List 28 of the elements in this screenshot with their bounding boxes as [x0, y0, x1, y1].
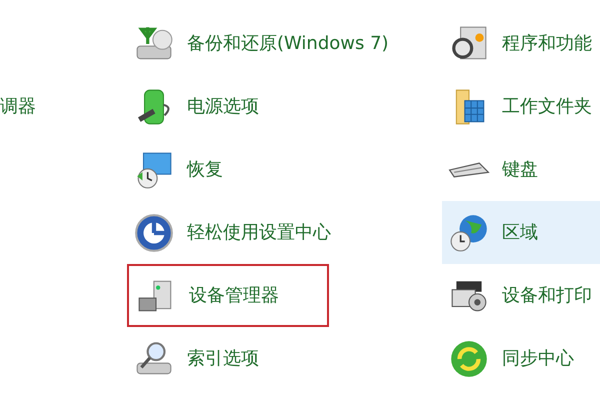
item-label: 恢复	[187, 158, 223, 182]
list-item[interactable]: 设备和打印	[442, 264, 600, 327]
item-label: 设备管理器	[189, 284, 279, 308]
list-item[interactable]: 程序和功能	[442, 12, 600, 75]
list-item[interactable]: 恢复	[127, 138, 442, 201]
list-item[interactable]: 同步中心	[442, 327, 600, 390]
item-label: 工作文件夹	[502, 95, 592, 119]
item-label: 键盘	[502, 158, 538, 182]
list-item[interactable]: 键盘	[442, 138, 600, 201]
list-item[interactable]: 区域	[442, 201, 600, 264]
item-label: 备份和还原(Windows 7)	[187, 32, 389, 56]
accessibility-dial-icon	[133, 212, 175, 254]
item-label: 同步中心	[502, 347, 574, 371]
list-item[interactable]: 电源选项	[127, 75, 442, 138]
item-label: 程序和功能	[502, 32, 592, 56]
list-item[interactable]: 工作文件夹	[442, 75, 600, 138]
item-label: 设备和打印	[502, 284, 592, 308]
keyboard-icon	[448, 162, 490, 178]
list-item[interactable]: 备份和还原(Windows 7)	[127, 12, 442, 75]
item-label: 电源选项	[187, 95, 259, 119]
list-item[interactable]: 调器	[0, 75, 127, 138]
item-label: 区域	[502, 221, 538, 245]
item-label: 轻松使用设置中心	[187, 221, 331, 245]
highlighted-list-item[interactable]: 设备管理器	[127, 264, 329, 327]
item-label: 调器	[0, 95, 36, 119]
list-item[interactable]: 轻松使用设置中心	[127, 201, 442, 264]
list-item[interactable]: 索引选项	[127, 327, 442, 390]
item-label: 索引选项	[187, 347, 259, 371]
